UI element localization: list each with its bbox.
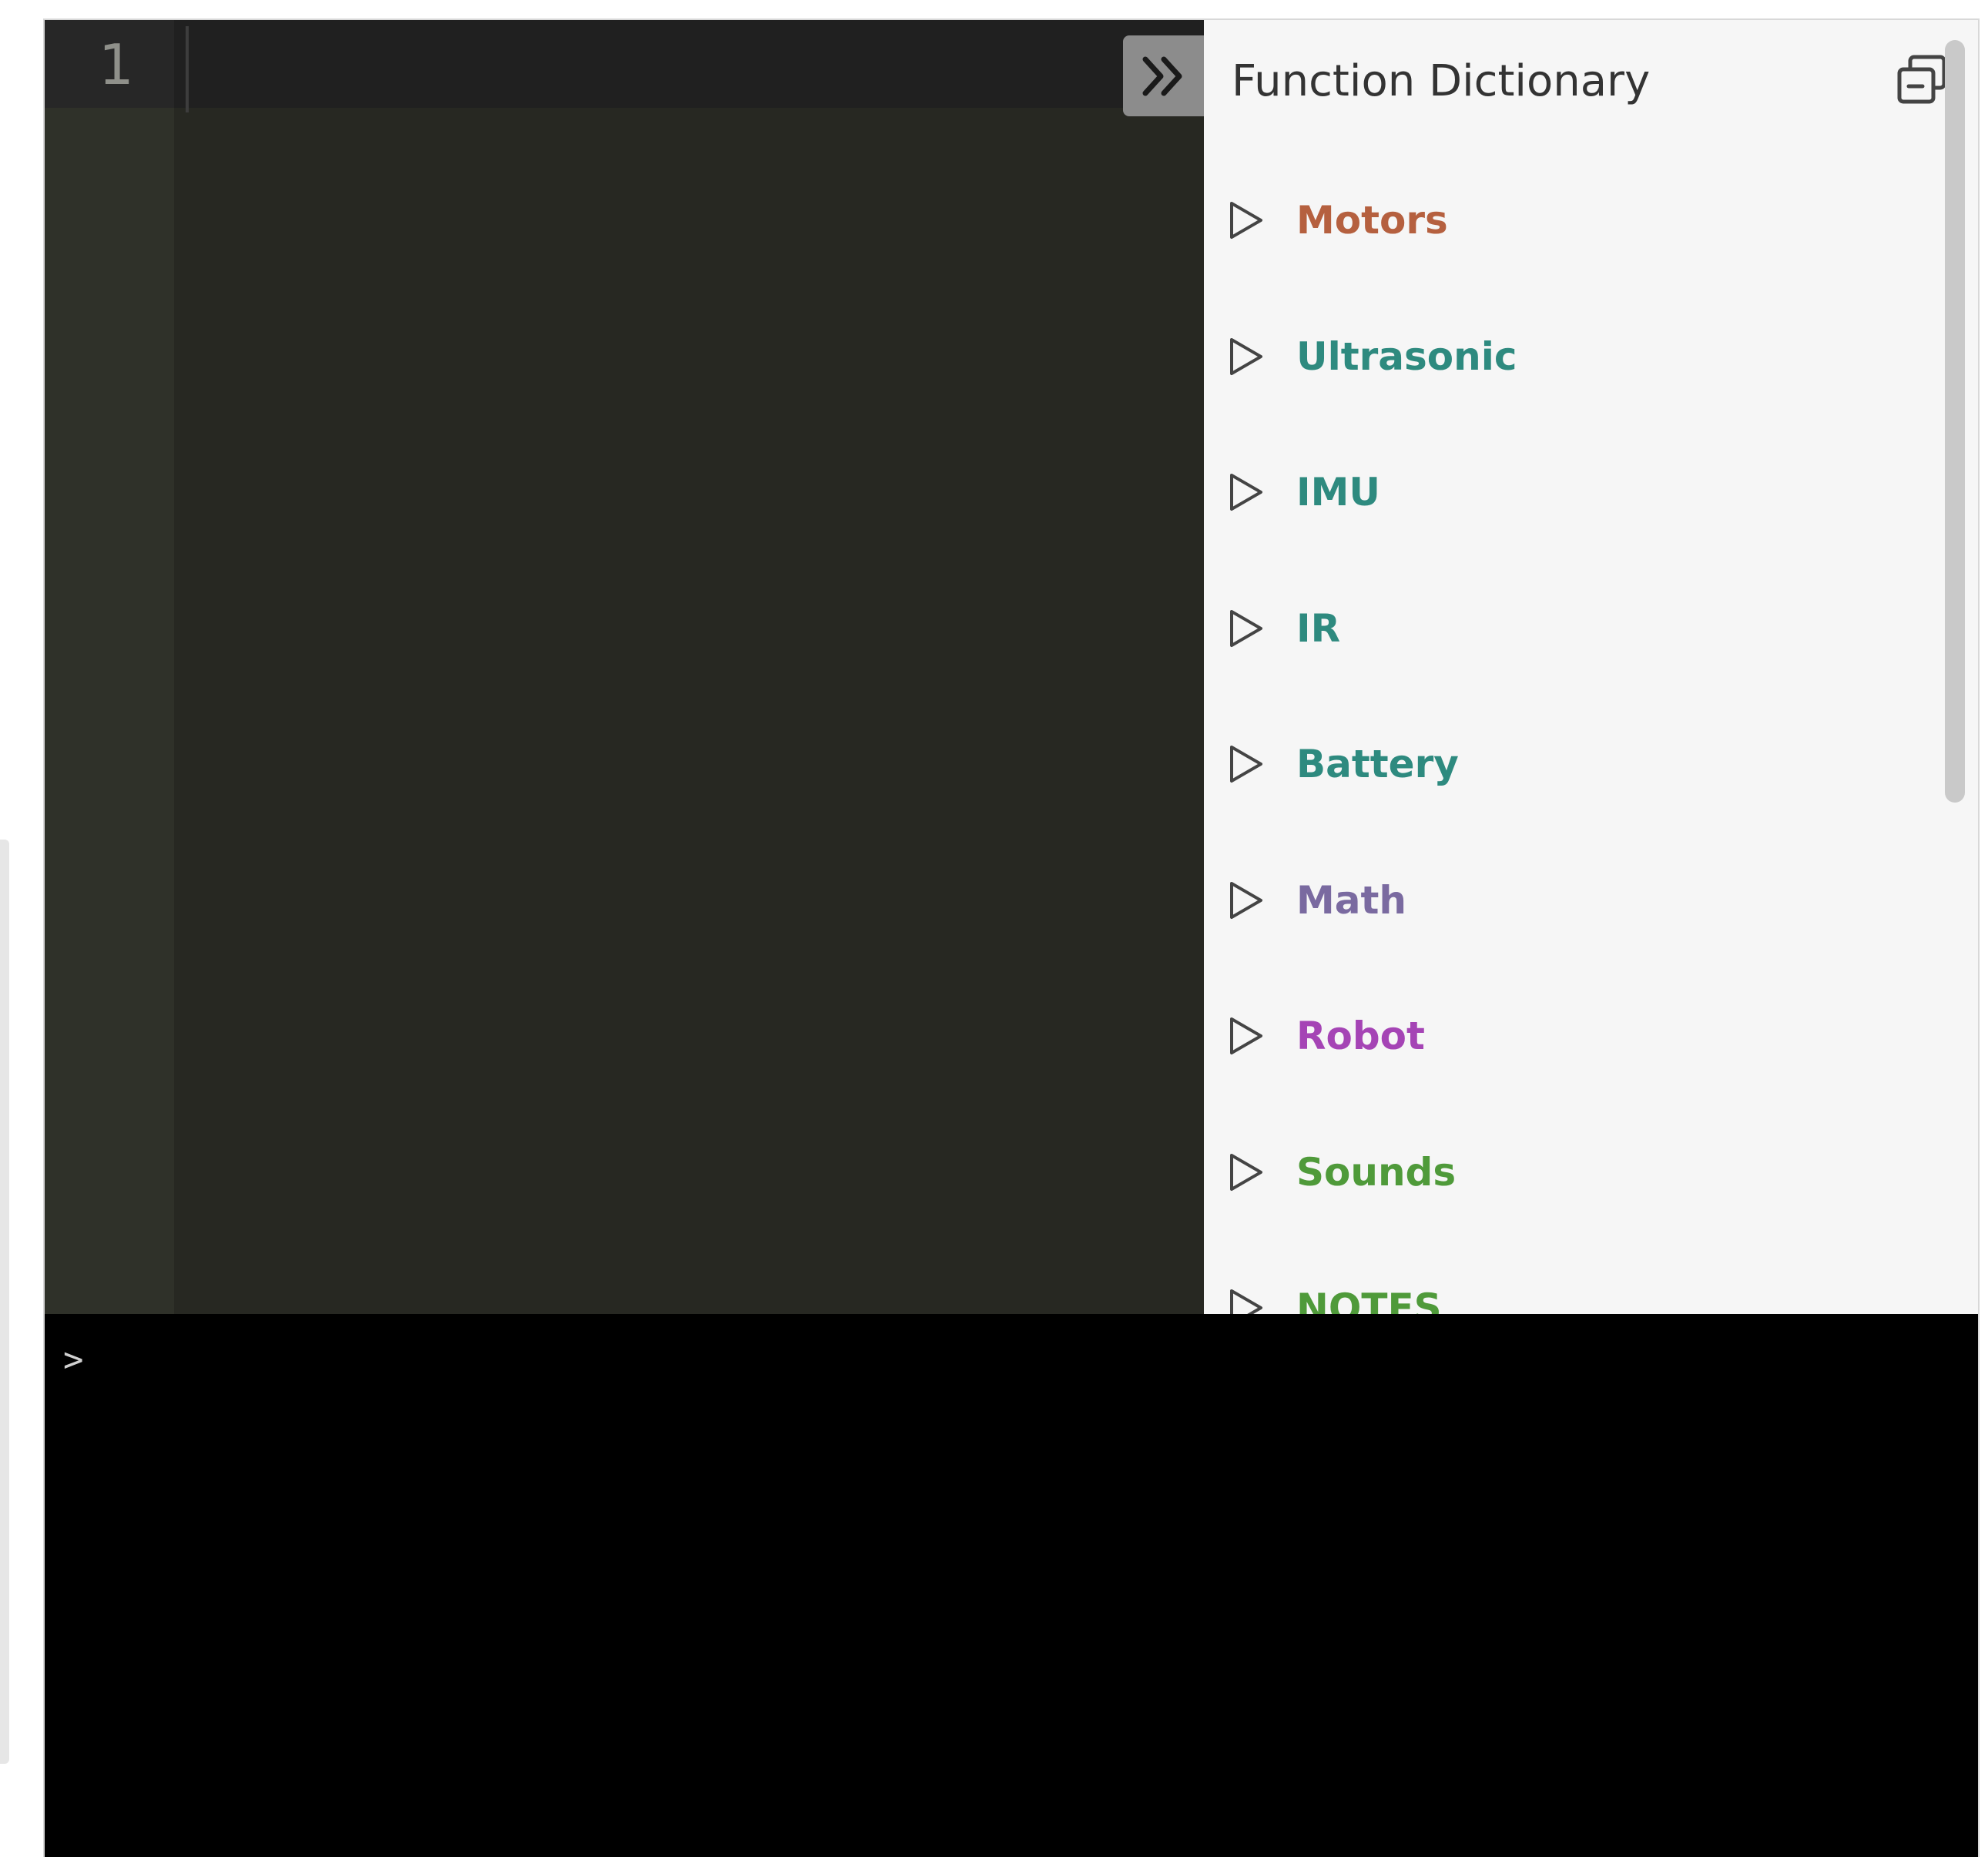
code-workspace: 1 Function Dictionary Motors Ultrasonic …: [43, 18, 1980, 1857]
dictionary-item-math[interactable]: Math: [1227, 858, 1889, 943]
function-dictionary-title: Function Dictionary: [1232, 56, 1651, 106]
triangle-right-outline-icon: [1230, 882, 1262, 919]
double-chevron-right-icon: [1142, 56, 1182, 96]
dictionary-item-label: Motors: [1296, 198, 1448, 243]
triangle-right-outline-icon: [1230, 338, 1262, 375]
dictionary-item-label: Ultrasonic: [1296, 334, 1517, 379]
triangle-right-outline-icon: [1230, 202, 1262, 239]
dictionary-scrollbar-thumb[interactable]: [1945, 40, 1965, 803]
line-number-gutter: [45, 20, 174, 1314]
triangle-right-outline-icon: [1230, 746, 1262, 783]
dictionary-item-label: Robot: [1296, 1014, 1425, 1058]
left-edge-scrollbar[interactable]: [0, 840, 9, 1764]
dictionary-item-label: Battery: [1296, 742, 1459, 786]
dictionary-item-label: NOTES: [1296, 1285, 1442, 1314]
triangle-right-outline-icon: [1230, 1289, 1262, 1314]
triangle-right-outline-icon: [1230, 610, 1262, 647]
collapse-dictionary-button[interactable]: [1123, 35, 1204, 116]
code-editor[interactable]: 1: [45, 20, 1204, 1314]
line-number: 1: [99, 32, 134, 97]
dictionary-item-ultrasonic[interactable]: Ultrasonic: [1227, 314, 1889, 399]
dictionary-item-label: Math: [1296, 878, 1406, 923]
dictionary-item-robot[interactable]: Robot: [1227, 994, 1889, 1078]
dictionary-item-battery[interactable]: Battery: [1227, 722, 1889, 806]
active-line-highlight: [45, 20, 1204, 108]
dictionary-item-sounds[interactable]: Sounds: [1227, 1130, 1889, 1215]
triangle-right-outline-icon: [1230, 474, 1262, 511]
dictionary-item-ir[interactable]: IR: [1227, 586, 1889, 671]
console-output[interactable]: >: [45, 1314, 1978, 1857]
console-prompt: >: [63, 1340, 84, 1379]
dictionary-item-label: IR: [1296, 606, 1341, 651]
dictionary-item-label: IMU: [1296, 470, 1380, 515]
dictionary-item-motors[interactable]: Motors: [1227, 178, 1889, 263]
popout-window-icon[interactable]: [1893, 51, 1950, 108]
function-dictionary-panel: Function Dictionary Motors Ultrasonic IM…: [1204, 20, 1978, 1314]
text-cursor: [186, 26, 189, 112]
triangle-right-outline-icon: [1230, 1154, 1262, 1191]
dictionary-item-imu[interactable]: IMU: [1227, 450, 1889, 535]
page: 1 Function Dictionary Motors Ultrasonic …: [0, 0, 1988, 1857]
dictionary-item-label: Sounds: [1296, 1150, 1457, 1195]
dictionary-item-notes[interactable]: NOTES: [1227, 1265, 1889, 1314]
triangle-right-outline-icon: [1230, 1017, 1262, 1054]
